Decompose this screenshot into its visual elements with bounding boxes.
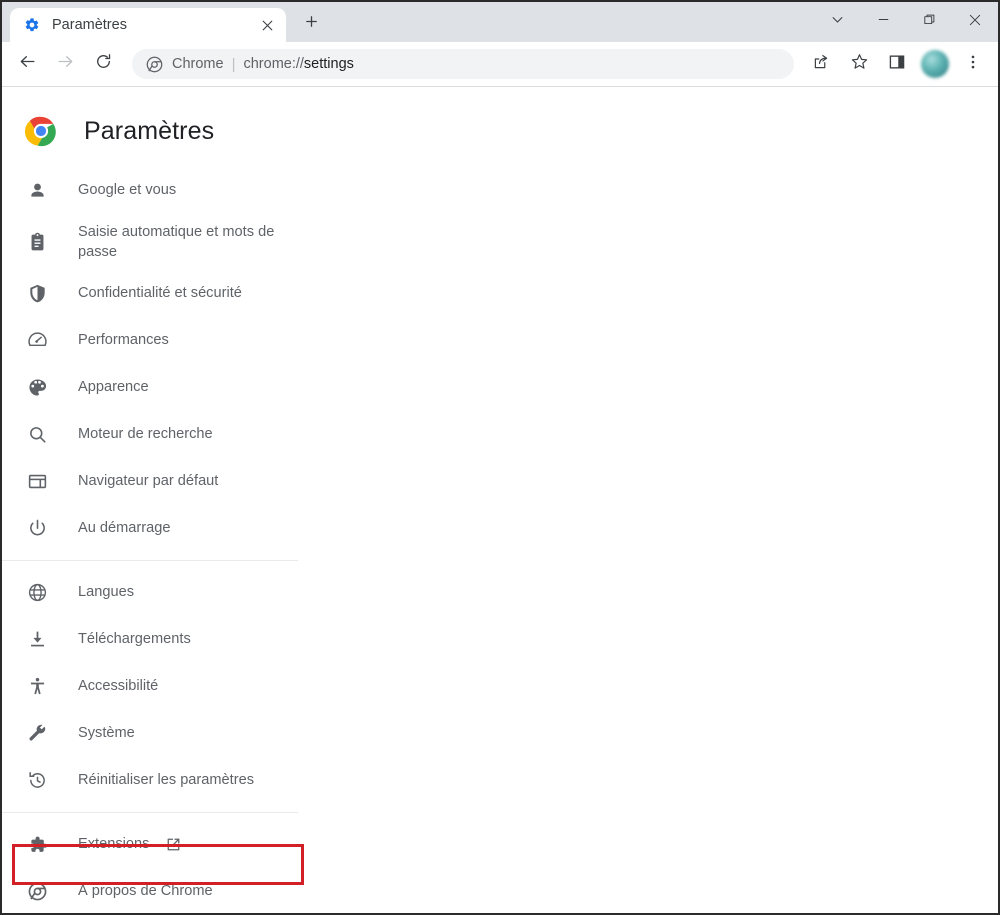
sidebar-item-label: Accessibilité [78, 676, 158, 696]
chevron-down-icon [830, 12, 845, 32]
settings-menu-group: Google et vous Saisie automatique et mot… [2, 167, 998, 552]
arrow-right-icon [56, 52, 75, 76]
settings-menu-group: Extensions [2, 821, 998, 915]
shield-icon [26, 283, 48, 305]
settings-menu-group: Langues Téléchargements [2, 569, 998, 804]
globe-icon [26, 582, 48, 604]
accessibility-icon [26, 676, 48, 698]
sidebar-item-label: Navigateur par défaut [78, 471, 218, 491]
side-panel-icon [888, 53, 906, 76]
sidebar-item-label: Apparence [78, 377, 149, 397]
sidebar-item-label: Système [78, 723, 135, 743]
download-icon [26, 629, 48, 651]
browser-window: Paramètres [0, 0, 1000, 915]
sidebar-item-label: Au démarrage [78, 518, 170, 538]
palette-icon [26, 377, 48, 399]
settings-menu: Google et vous Saisie automatique et mot… [2, 149, 998, 915]
sidebar-item-saisie-automatique[interactable]: Saisie automatique et mots de passe [2, 214, 998, 270]
sidebar-item-label: Extensions [78, 834, 149, 854]
reload-icon [94, 52, 113, 76]
menu-divider [2, 812, 298, 813]
sidebar-item-label: Google et vous [78, 180, 176, 200]
window-controls [814, 2, 998, 42]
chrome-menu-button[interactable] [957, 48, 989, 80]
sidebar-item-navigateur-par-defaut[interactable]: Navigateur par défaut [2, 458, 998, 505]
person-icon [26, 180, 48, 202]
close-icon[interactable] [256, 14, 278, 36]
omnibox-separator: | [232, 57, 236, 72]
omnibox-chip-label: Chrome [172, 56, 224, 72]
omnibox-url-path: settings [304, 56, 354, 72]
sidebar-item-langues[interactable]: Langues [2, 569, 998, 616]
omnibox-url: chrome://settings [243, 56, 353, 72]
sidebar-item-label: Réinitialiser les paramètres [78, 770, 254, 790]
sidebar-item-google-et-vous[interactable]: Google et vous [2, 167, 998, 214]
reload-button[interactable] [87, 48, 119, 80]
back-button[interactable] [11, 48, 43, 80]
open-in-new-icon[interactable] [165, 836, 182, 853]
browser-window-icon [26, 471, 48, 493]
bookmark-button[interactable] [843, 48, 875, 80]
close-icon [967, 12, 983, 33]
clipboard-icon [26, 231, 48, 253]
menu-divider [2, 560, 298, 561]
power-icon [26, 518, 48, 540]
settings-header: Paramètres [2, 87, 998, 149]
sidebar-item-label: Téléchargements [78, 629, 191, 649]
side-panel-button[interactable] [881, 48, 913, 80]
sidebar-item-telechargements[interactable]: Téléchargements [2, 616, 998, 663]
sidebar-item-accessibilite[interactable]: Accessibilité [2, 663, 998, 710]
three-dots-icon [964, 53, 982, 76]
close-window-button[interactable] [952, 2, 998, 42]
sidebar-item-label: Confidentialité et sécurité [78, 283, 242, 303]
maximize-button[interactable] [906, 2, 952, 42]
settings-page: Paramètres Google et vous [2, 87, 998, 915]
sidebar-item-label: Saisie automatique et mots de passe [78, 222, 293, 262]
arrow-left-icon [18, 52, 37, 76]
gear-icon [24, 17, 40, 33]
forward-button[interactable] [49, 48, 81, 80]
chrome-icon [146, 56, 163, 73]
sidebar-item-confidentialite-securite[interactable]: Confidentialité et sécurité [2, 270, 998, 317]
share-button[interactable] [805, 48, 837, 80]
sidebar-item-a-propos-de-chrome[interactable]: À propos de Chrome [2, 868, 998, 915]
sidebar-item-performances[interactable]: Performances [2, 317, 998, 364]
new-tab-button[interactable] [294, 7, 328, 41]
avatar[interactable] [921, 50, 949, 78]
browser-toolbar: Chrome | chrome://settings [2, 42, 998, 87]
plus-icon [304, 14, 319, 34]
chrome-outline-icon [26, 881, 48, 903]
history-restore-icon [26, 770, 48, 792]
sidebar-item-extensions[interactable]: Extensions [2, 821, 998, 868]
chrome-logo [24, 114, 58, 148]
sidebar-item-reinitialiser-les-parametres[interactable]: Réinitialiser les paramètres [2, 757, 998, 804]
sidebar-item-au-demarrage[interactable]: Au démarrage [2, 505, 998, 552]
search-icon [26, 424, 48, 446]
page-title: Paramètres [84, 117, 214, 146]
sidebar-item-apparence[interactable]: Apparence [2, 364, 998, 411]
share-icon [812, 53, 830, 76]
puzzle-icon [26, 834, 48, 856]
browser-tab[interactable]: Paramètres [10, 8, 286, 42]
minimize-button[interactable] [860, 2, 906, 42]
sidebar-item-systeme[interactable]: Système [2, 710, 998, 757]
tab-strip: Paramètres [2, 2, 998, 42]
restore-icon [922, 12, 937, 32]
omnibox-url-scheme: chrome:// [243, 56, 303, 72]
speedometer-icon [26, 330, 48, 352]
sidebar-item-label: À propos de Chrome [78, 881, 213, 901]
tab-search-button[interactable] [814, 2, 860, 42]
tab-title: Paramètres [52, 17, 256, 33]
star-icon [850, 52, 869, 76]
wrench-icon [26, 723, 48, 745]
sidebar-item-label: Langues [78, 582, 134, 602]
address-bar[interactable]: Chrome | chrome://settings [132, 49, 794, 79]
sidebar-item-label: Performances [78, 330, 169, 350]
minimize-icon [876, 12, 891, 32]
sidebar-item-label: Moteur de recherche [78, 424, 213, 444]
sidebar-item-moteur-de-recherche[interactable]: Moteur de recherche [2, 411, 998, 458]
toolbar-actions [802, 48, 992, 80]
